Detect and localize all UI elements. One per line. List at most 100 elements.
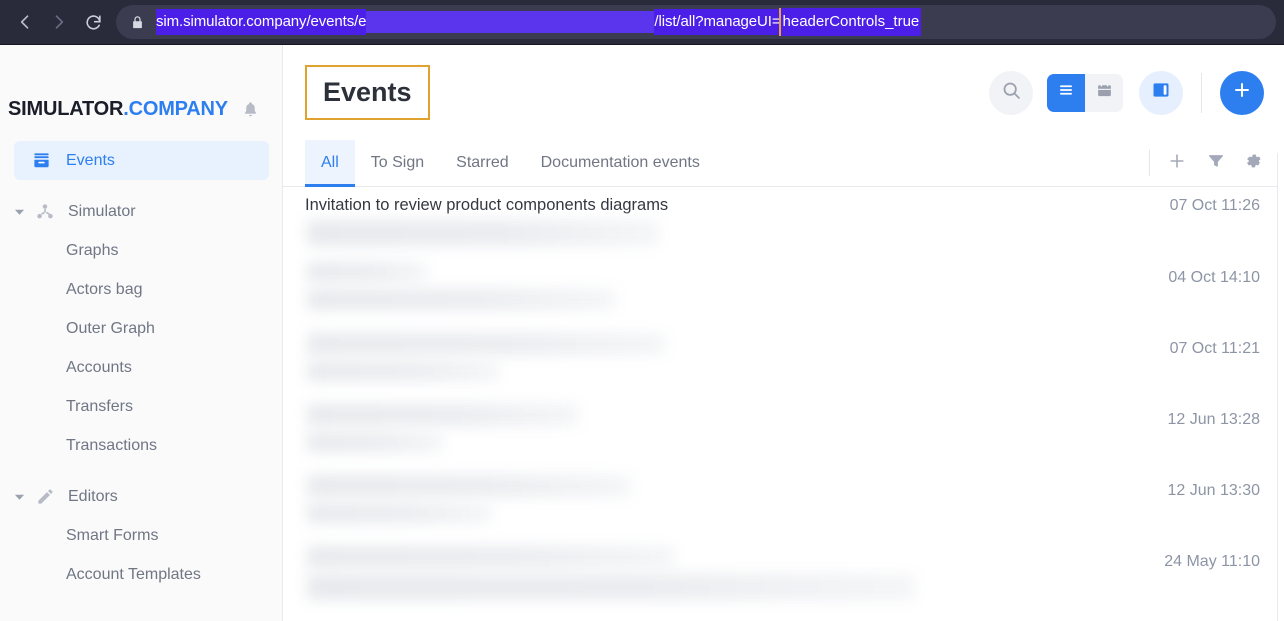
list-view-icon <box>1057 82 1075 103</box>
page-title: Events <box>323 77 412 107</box>
plus-icon <box>1167 151 1187 176</box>
chevron-down-icon[interactable] <box>8 493 30 501</box>
add-event-button[interactable] <box>1160 146 1194 180</box>
tabs-spacer <box>716 140 1149 186</box>
url-prefix: sim.simulator.company/events/e <box>156 9 367 35</box>
tab-toolbar-divider <box>1149 150 1150 176</box>
sidebar-item-label: Transfers <box>66 397 133 415</box>
view-calendar-button[interactable] <box>1085 73 1123 112</box>
event-list: Invitation to review product components … <box>283 187 1284 613</box>
sidebar-item-editors[interactable]: Editors <box>0 477 282 516</box>
list-item[interactable]: 12 Jun 13:28 <box>283 400 1284 471</box>
settings-button[interactable] <box>1236 146 1270 180</box>
forward-arrow-icon[interactable] <box>42 5 76 39</box>
sidebar-group-simulator: Simulator Graphs Actors bag Outer Graph … <box>0 192 282 465</box>
redacted-content <box>307 475 631 497</box>
notification-bell-icon[interactable] <box>240 98 262 120</box>
redacted-content <box>307 404 579 426</box>
redacted-content <box>307 432 443 452</box>
sidebar-item-label: Transactions <box>66 436 157 454</box>
page-header: Events <box>283 45 1284 140</box>
brand-name-accent: .COMPANY <box>123 97 228 120</box>
lock-icon <box>126 11 148 33</box>
event-date: 07 Oct 11:21 <box>1169 340 1260 357</box>
redacted-content <box>307 220 659 246</box>
reload-icon[interactable] <box>76 5 110 39</box>
sidebar-item-smart-forms[interactable]: Smart Forms <box>0 516 282 555</box>
list-item[interactable]: Invitation to review product components … <box>283 187 1284 258</box>
tab-documentation-events[interactable]: Documentation events <box>525 140 716 186</box>
list-item[interactable]: 12 Jun 13:30 <box>283 471 1284 542</box>
view-list-button[interactable] <box>1047 73 1085 112</box>
view-mode-switch <box>1047 73 1123 112</box>
chevron-down-icon[interactable] <box>8 208 30 216</box>
list-item[interactable]: 24 May 11:10 <box>283 542 1284 613</box>
app-window: SIMULATOR.COMPANY Events Simulator Graph… <box>0 45 1284 621</box>
sidebar-item-accounts[interactable]: Accounts <box>0 348 282 387</box>
sidebar-item-graphs[interactable]: Graphs <box>0 231 282 270</box>
sidebar-item-label: Events <box>66 151 115 169</box>
sidebar-item-simulator[interactable]: Simulator <box>0 192 282 231</box>
sidebar-item-transactions[interactable]: Transactions <box>0 426 282 465</box>
redacted-content <box>307 546 675 568</box>
tab-all[interactable]: All <box>305 140 355 187</box>
share-nodes-icon <box>30 202 60 222</box>
vertical-scrollbar[interactable] <box>1277 153 1284 621</box>
event-date: 07 Oct 11:26 <box>1169 197 1260 214</box>
sidebar-item-label: Graphs <box>66 241 119 259</box>
event-title: Invitation to review product components … <box>305 196 669 214</box>
header-toolbar <box>989 70 1264 115</box>
filter-funnel-icon <box>1206 151 1225 175</box>
sidebar-item-label: Simulator <box>68 202 136 220</box>
sidebar-item-label: Account Templates <box>66 565 201 583</box>
plus-icon <box>1231 79 1253 106</box>
back-arrow-icon[interactable] <box>8 5 42 39</box>
redacted-content <box>307 361 499 381</box>
side-panel-toggle-button[interactable] <box>1139 70 1183 115</box>
gear-icon <box>1243 151 1263 176</box>
side-panel-toggle-icon <box>1151 80 1171 105</box>
brand-name-main: SIMULATOR <box>8 97 124 120</box>
tab-starred[interactable]: Starred <box>440 140 524 186</box>
event-date: 12 Jun 13:30 <box>1167 482 1260 499</box>
sidebar-item-label: Smart Forms <box>66 526 159 544</box>
main-content: Events All To Sign Starred Documentation… <box>283 45 1284 621</box>
tab-toolbar <box>1149 140 1270 186</box>
browser-toolbar: sim.simulator.company/events/e/list/all?… <box>0 0 1284 45</box>
inbox-icon <box>26 151 56 170</box>
tab-label: All <box>321 154 339 171</box>
sidebar-item-actors-bag[interactable]: Actors bag <box>0 270 282 309</box>
sidebar-item-outer-graph[interactable]: Outer Graph <box>0 309 282 348</box>
sidebar-item-label: Actors bag <box>66 280 143 298</box>
pencil-icon <box>30 487 60 506</box>
sidebar-item-events[interactable]: Events <box>14 141 269 180</box>
redacted-content <box>307 503 491 523</box>
url-highlighted-param: headerControls_true <box>778 8 922 36</box>
tab-label: Starred <box>456 154 509 171</box>
event-date: 12 Jun 13:28 <box>1167 411 1260 428</box>
page-title-highlight: Events <box>305 65 430 120</box>
list-item[interactable]: 04 Oct 14:10 <box>283 258 1284 329</box>
tab-label: To Sign <box>370 154 425 171</box>
redacted-content <box>307 289 615 310</box>
url-suffix: /list/all?manageUI= <box>654 9 781 35</box>
filter-button[interactable] <box>1198 146 1232 180</box>
list-item[interactable]: 07 Oct 11:21 <box>283 329 1284 400</box>
sidebar-item-account-templates[interactable]: Account Templates <box>0 555 282 594</box>
redacted-content <box>307 333 665 355</box>
tab-to-sign[interactable]: To Sign <box>355 140 440 186</box>
tab-label: Documentation events <box>540 154 700 171</box>
url-redacted-segment <box>366 11 655 33</box>
toolbar-divider <box>1201 72 1202 113</box>
sidebar: SIMULATOR.COMPANY Events Simulator Graph… <box>0 45 283 621</box>
sidebar-item-label: Accounts <box>66 358 132 376</box>
redacted-content <box>307 262 427 282</box>
brand-logo[interactable]: SIMULATOR.COMPANY <box>0 45 282 131</box>
address-bar[interactable]: sim.simulator.company/events/e/list/all?… <box>116 5 1276 39</box>
sidebar-item-transfers[interactable]: Transfers <box>0 387 282 426</box>
create-event-button[interactable] <box>1220 70 1264 115</box>
event-date: 24 May 11:10 <box>1164 553 1260 570</box>
sidebar-item-label: Editors <box>68 487 118 505</box>
sidebar-group-editors: Editors Smart Forms Account Templates <box>0 477 282 594</box>
search-button[interactable] <box>989 70 1033 115</box>
